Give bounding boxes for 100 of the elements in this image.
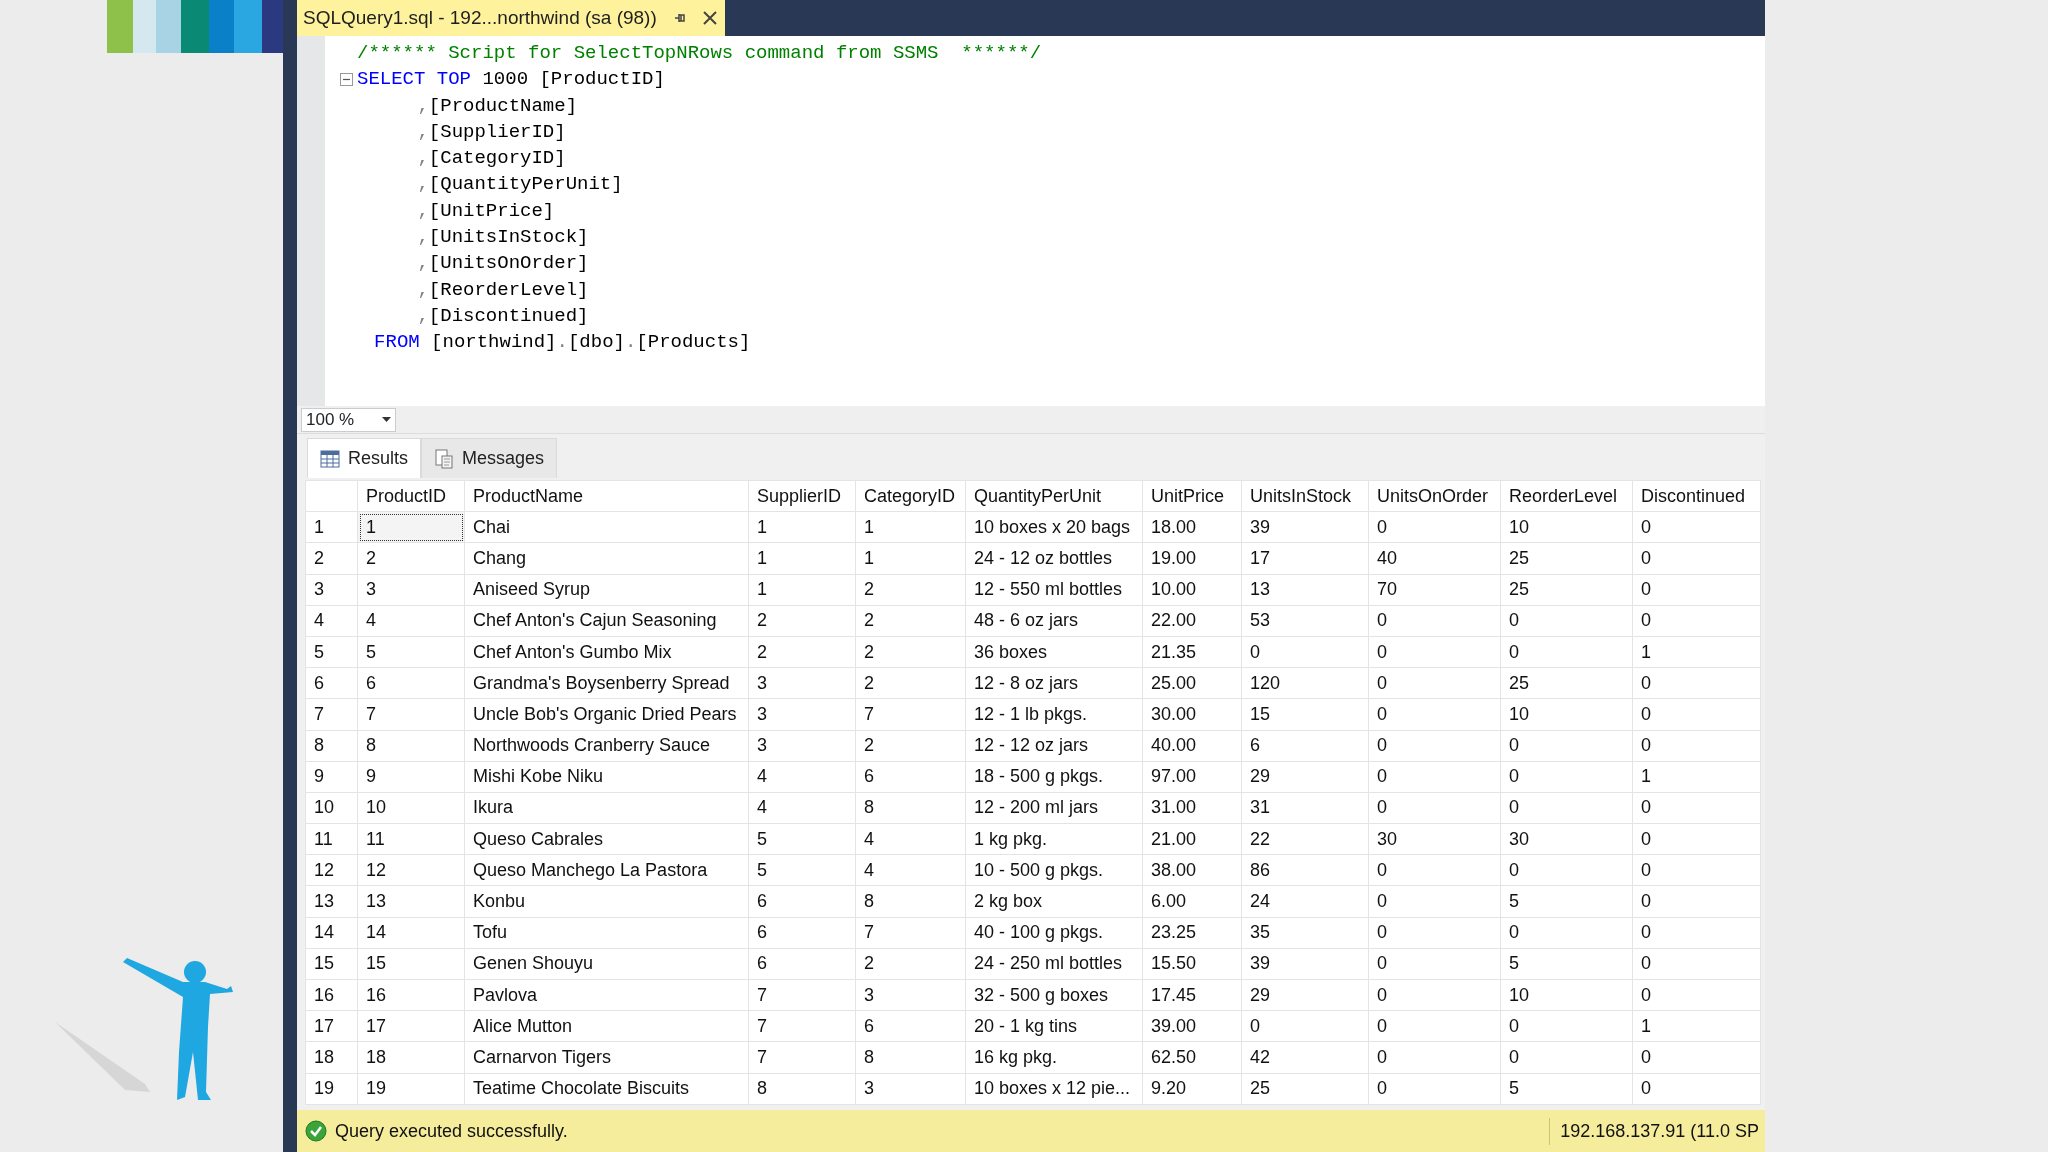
table-cell: 13	[1241, 574, 1369, 606]
table-cell: 9.20	[1142, 1073, 1242, 1105]
table-cell: Grandma's Boysenberry Spread	[464, 667, 749, 699]
table-cell: 22	[1241, 823, 1369, 855]
code-text: [UnitPrice]	[428, 198, 555, 224]
collapse-icon[interactable]	[339, 72, 353, 86]
table-cell: 24 - 12 oz bottles	[965, 542, 1143, 575]
table-cell: 13	[357, 885, 465, 918]
table-cell: 23.25	[1142, 917, 1242, 949]
column-header[interactable]: QuantityPerUnit	[965, 480, 1143, 512]
table-cell: 17	[357, 1010, 465, 1042]
table-cell: 1	[748, 542, 856, 575]
row-number: 18	[305, 1041, 358, 1074]
table-cell: 0	[1500, 730, 1633, 762]
pin-icon[interactable]	[672, 11, 687, 25]
table-cell: 1	[748, 511, 856, 543]
table-cell: 5	[1500, 885, 1633, 918]
table-cell: 25	[1241, 1073, 1369, 1105]
row-number: 16	[305, 979, 358, 1011]
table-cell: 0	[1368, 948, 1501, 980]
table-cell: Uncle Bob's Organic Dried Pears	[464, 698, 749, 730]
code-text: 1000	[482, 67, 529, 93]
table-cell: 0	[1368, 917, 1501, 949]
table-cell: 1	[1632, 761, 1761, 793]
table-cell: 2	[357, 542, 465, 575]
table-cell: 30.00	[1142, 698, 1242, 730]
column-header[interactable]: ProductName	[464, 480, 749, 512]
table-cell: 39	[1241, 511, 1369, 543]
column-header[interactable]: UnitPrice	[1142, 480, 1242, 512]
table-cell: 97.00	[1142, 761, 1242, 793]
row-number: 13	[305, 885, 358, 918]
code-text: [ProductID]	[539, 67, 665, 93]
table-cell: 0	[1500, 636, 1633, 668]
column-header[interactable]: Discontinued	[1632, 480, 1761, 512]
table-cell: 24	[1241, 885, 1369, 918]
table-cell: 3	[855, 1073, 966, 1105]
code-punctuation: ,	[417, 225, 429, 251]
row-number: 2	[305, 542, 358, 575]
table-cell: 6	[855, 761, 966, 793]
table-cell: 30	[1500, 823, 1633, 855]
messages-tab[interactable]: Messages	[421, 438, 558, 478]
table-cell: 21.35	[1142, 636, 1242, 668]
table-cell: 15.50	[1142, 948, 1242, 980]
table-cell: 0	[1368, 1010, 1501, 1042]
table-cell: Queso Manchego La Pastora	[464, 854, 749, 886]
close-icon[interactable]	[702, 11, 717, 25]
table-cell: 10 boxes x 20 bags	[965, 511, 1143, 543]
table-cell: 10	[1500, 698, 1633, 730]
table-cell: 12 - 8 oz jars	[965, 667, 1143, 699]
column-header[interactable]: UnitsOnOrder	[1368, 480, 1501, 512]
table-cell: 6	[748, 948, 856, 980]
table-cell: 12 - 200 ml jars	[965, 792, 1143, 824]
table-cell: 2	[855, 667, 966, 699]
column-header[interactable]: ReorderLevel	[1500, 480, 1633, 512]
table-cell: 0	[1632, 667, 1761, 699]
code-text: [ProductName]	[428, 93, 578, 119]
table-cell: 6	[1241, 730, 1369, 762]
table-cell: 7	[855, 698, 966, 730]
column-header[interactable]: CategoryID	[855, 480, 966, 512]
table-cell: 48 - 6 oz jars	[965, 605, 1143, 637]
code-punctuation: .	[556, 330, 568, 356]
document-tab[interactable]: SQLQuery1.sql - 192...northwind (sa (98))	[297, 0, 725, 36]
table-cell: 2 kg box	[965, 885, 1143, 918]
table-cell: 0	[1632, 885, 1761, 918]
table-cell: 4	[855, 854, 966, 886]
table-cell: 15	[1241, 698, 1369, 730]
code-punctuation: ,	[417, 172, 429, 198]
table-cell: 6	[748, 917, 856, 949]
table-cell: 15	[357, 948, 465, 980]
table-cell: 1	[855, 542, 966, 575]
row-number: 11	[305, 823, 358, 855]
table-cell: 62.50	[1142, 1041, 1242, 1074]
table-cell: 12 - 1 lb pkgs.	[965, 698, 1143, 730]
table-cell: 19	[357, 1073, 465, 1105]
table-cell: Teatime Chocolate Biscuits	[464, 1073, 749, 1105]
caret-icon	[382, 417, 391, 422]
table-cell: 0	[1500, 605, 1633, 637]
column-header[interactable]: ProductID	[357, 480, 465, 512]
table-cell: Chef Anton's Gumbo Mix	[464, 636, 749, 668]
code-text: [SupplierID]	[428, 119, 566, 145]
sql-keyword: FROM	[374, 330, 420, 356]
table-cell: 0	[1632, 574, 1761, 606]
code-punctuation: ,	[417, 146, 429, 172]
zoom-dropdown[interactable]: 100 %	[301, 407, 396, 432]
table-cell: 0	[1368, 698, 1501, 730]
table-cell: 18.00	[1142, 511, 1242, 543]
status-message: Query executed successfully.	[335, 1119, 568, 1143]
table-cell: 17.45	[1142, 979, 1242, 1011]
row-number: 12	[305, 854, 358, 886]
column-header[interactable]: SupplierID	[748, 480, 856, 512]
table-cell: 42	[1241, 1041, 1369, 1074]
column-header[interactable]: UnitsInStock	[1241, 480, 1369, 512]
table-cell: 14	[357, 917, 465, 949]
table-cell: 0	[1368, 636, 1501, 668]
table-cell: 1	[1632, 1010, 1761, 1042]
results-tab[interactable]: Results	[307, 438, 422, 478]
table-cell: Northwoods Cranberry Sauce	[464, 730, 749, 762]
table-cell: Alice Mutton	[464, 1010, 749, 1042]
table-cell: 11	[357, 823, 465, 855]
table-cell: 2	[748, 605, 856, 637]
